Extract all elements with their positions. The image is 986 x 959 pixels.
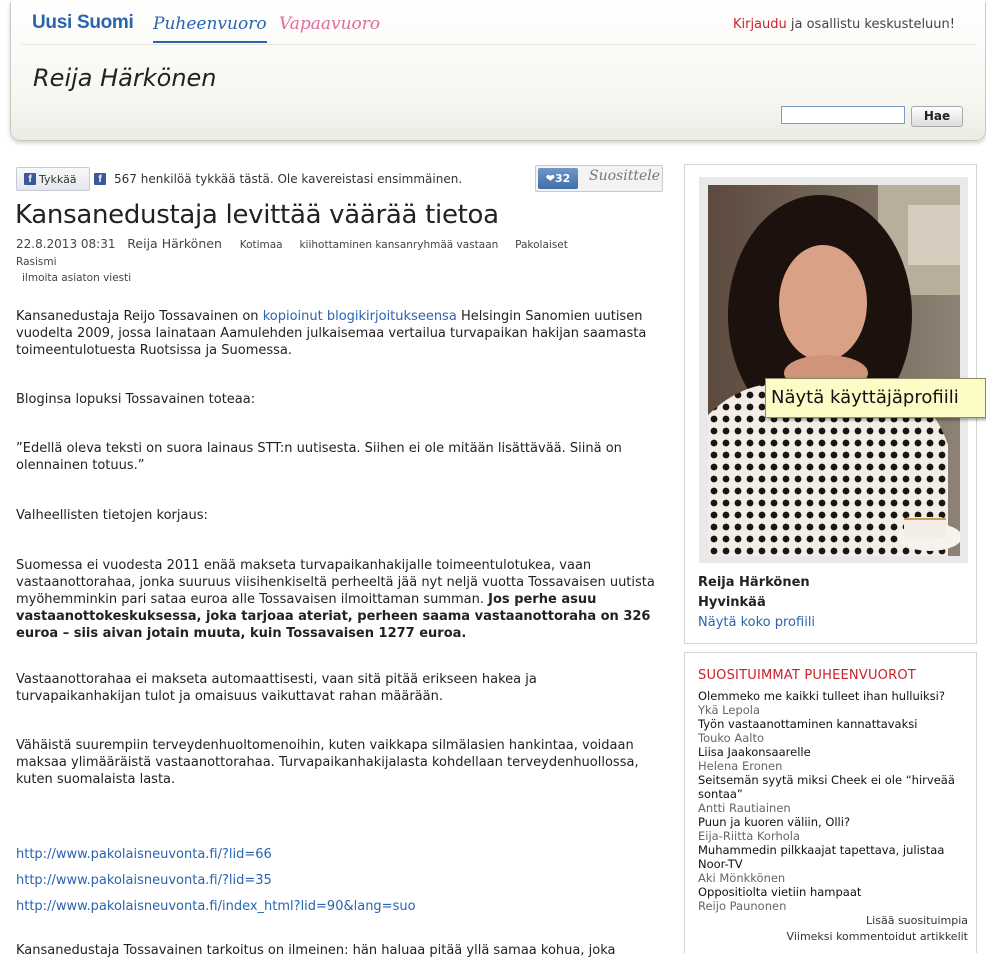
post-title-link[interactable]: Oppositiolta vietiin hampaat xyxy=(698,885,970,899)
post-title-link[interactable]: Muhammedin pilkkaajat tapettava, julista… xyxy=(698,843,970,871)
tag-link[interactable]: Rasismi xyxy=(16,256,57,268)
tab-vapaavuoro[interactable]: Vapaavuoro xyxy=(279,14,380,34)
profile-photo-image xyxy=(708,185,960,556)
post-title-link[interactable]: Työn vastaanottaminen kannattavaksi xyxy=(698,717,970,731)
login-prompt: Kirjaudu ja osallistu keskusteluun! xyxy=(733,17,955,32)
post-author-link[interactable]: Aki Mönkkönen xyxy=(698,871,970,885)
post-author-link[interactable]: Touko Aalto xyxy=(698,731,970,745)
url-link[interactable]: http://www.pakolaisneuvonta.fi/?lid=66 xyxy=(16,842,416,868)
article-date: 22.8.2013 08:31 xyxy=(16,237,116,251)
popular-posts-title: SUOSITUIMMAT PUHEENVUOROT xyxy=(698,668,916,683)
post-author-link[interactable]: Helena Eronen xyxy=(698,759,970,773)
list-item: Seitsemän syytä miksi Cheek ei ole “hirv… xyxy=(698,773,970,815)
article-title: Kansanedustaja levittää väärää tietoa xyxy=(15,200,499,230)
list-item: Puun ja kuoren väliin, Olli? Eija-Riitta… xyxy=(698,815,970,843)
url-list: http://www.pakolaisneuvonta.fi/?lid=66 h… xyxy=(16,842,416,920)
like-count-text: 567 henkilöä tykkää tästä. Ole kavereist… xyxy=(114,172,463,186)
url-link[interactable]: http://www.pakolaisneuvonta.fi/?lid=35 xyxy=(16,868,416,894)
facebook-like-button[interactable]: f Tykkää xyxy=(16,167,90,191)
paragraph: Vastaanottorahaa ei makseta automaattise… xyxy=(16,672,537,704)
paragraph-text: Kansanedustaja Reijo Tossavainen on xyxy=(16,309,263,324)
view-full-profile-link[interactable]: Näytä koko profiili xyxy=(698,615,815,630)
like-button-label: Tykkää xyxy=(39,172,77,186)
report-link[interactable]: ilmoita asiaton viesti xyxy=(22,270,636,286)
search-input[interactable] xyxy=(781,106,905,124)
profile-tooltip: Näytä käyttäjäprofiili xyxy=(765,378,986,418)
facebook-icon: f xyxy=(24,173,36,185)
popular-posts-list: Olemmeko me kaikki tulleet ihan hulluiks… xyxy=(698,689,970,913)
post-title-link[interactable]: Olemmeko me kaikki tulleet ihan hulluiks… xyxy=(698,689,970,703)
list-item: Liisa Jaakonsaarelle Helena Eronen xyxy=(698,745,970,773)
paragraph: Valheellisten tietojen korjaus: xyxy=(16,508,208,523)
paragraph: Bloginsa lopuksi Tossavainen toteaa: xyxy=(16,392,256,407)
recommend-count-button[interactable]: ❤32 xyxy=(538,168,578,189)
more-popular-link[interactable]: Lisää suosituimpia xyxy=(866,914,968,927)
post-title-link[interactable]: Seitsemän syytä miksi Cheek ei ole “hirv… xyxy=(698,773,970,801)
post-author-link[interactable]: Antti Rautiainen xyxy=(698,801,970,815)
post-author-link[interactable]: Eija-Riitta Korhola xyxy=(698,829,970,843)
tag-link[interactable]: kiihottaminen kansanryhmää vastaan xyxy=(299,239,498,251)
post-author-link[interactable]: Reijo Paunonen xyxy=(698,899,970,913)
profile-photo[interactable] xyxy=(708,185,960,556)
profile-city: Hyvinkää xyxy=(698,595,766,610)
list-item: Oppositiolta vietiin hampaat Reijo Pauno… xyxy=(698,885,970,913)
paragraph: Vähäistä suurempiin terveydenhuoltomenoi… xyxy=(16,738,639,787)
tag-link[interactable]: Kotimaa xyxy=(240,239,283,251)
paragraph: Kansanedustaja Tossavainen tarkoitus on … xyxy=(16,943,616,958)
article-author[interactable]: Reija Härkönen xyxy=(127,236,222,251)
paragraph: Suomessa ei vuodesta 2011 enää makseta t… xyxy=(16,557,664,642)
header-divider xyxy=(21,44,975,45)
post-title-link[interactable]: Puun ja kuoren väliin, Olli? xyxy=(698,815,970,829)
site-logo[interactable]: Uusi Suomi xyxy=(32,12,134,34)
quote-paragraph: ”Edellä oleva teksti on suora lainaus ST… xyxy=(16,441,622,473)
recommend-button[interactable]: Suosittele xyxy=(589,168,660,184)
blogger-name[interactable]: Reija Härkönen xyxy=(33,64,217,92)
facebook-icon: f xyxy=(94,173,106,185)
list-item: Olemmeko me kaikki tulleet ihan hulluiks… xyxy=(698,689,970,717)
post-title-link[interactable]: Liisa Jaakonsaarelle xyxy=(698,745,970,759)
latest-commented-link[interactable]: Viimeksi kommentoidut artikkelit xyxy=(787,930,968,943)
paragraph: Kansanedustaja Reijo Tossavainen on kopi… xyxy=(16,308,664,359)
inline-link[interactable]: kopioinut blogikirjoitukseensa xyxy=(263,309,457,324)
login-link[interactable]: Kirjaudu xyxy=(733,17,787,32)
url-link[interactable]: http://www.pakolaisneuvonta.fi/index_htm… xyxy=(16,894,416,920)
login-text: ja osallistu keskusteluun! xyxy=(786,17,955,32)
profile-name: Reija Härkönen xyxy=(698,575,810,590)
site-header: Uusi Suomi Puheenvuoro Vapaavuoro Kirjau… xyxy=(10,2,986,141)
tag-link[interactable]: Pakolaiset xyxy=(515,239,568,251)
list-item: Muhammedin pilkkaajat tapettava, julista… xyxy=(698,843,970,885)
recommend-widget: ❤32 Suosittele xyxy=(535,165,663,192)
popular-posts-box: SUOSITUIMMAT PUHEENVUOROT Olemmeko me ka… xyxy=(684,652,977,953)
search-button[interactable]: Hae xyxy=(911,106,963,127)
tab-puheenvuoro[interactable]: Puheenvuoro xyxy=(153,14,267,43)
list-item: Työn vastaanottaminen kannattavaksi Touk… xyxy=(698,717,970,745)
article-meta: 22.8.2013 08:31 Reija Härkönen Kotimaa k… xyxy=(16,236,636,286)
post-author-link[interactable]: Ykä Lepola xyxy=(698,703,970,717)
